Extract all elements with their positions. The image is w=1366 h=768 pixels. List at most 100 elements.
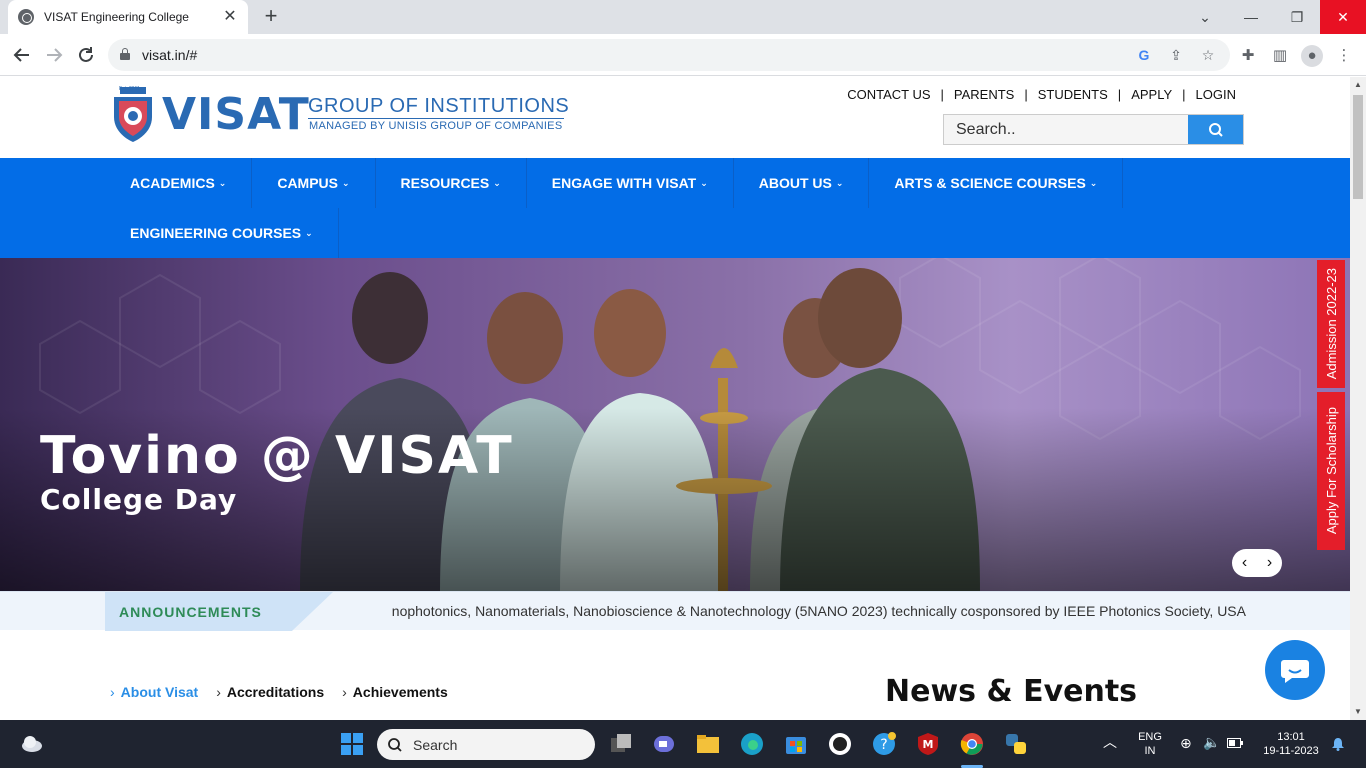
logo-divider bbox=[308, 118, 564, 119]
admission-side-tab[interactable]: Admission 2022-23 bbox=[1317, 260, 1345, 388]
chevron-down-icon: ⌄ bbox=[835, 177, 844, 188]
network-globe-icon[interactable]: ⊕ bbox=[1180, 736, 1192, 750]
chevron-down-icon: ⌄ bbox=[342, 177, 350, 188]
windows-taskbar: Search ? M ︿ ENG IN ⊕ 🔈 13:01 19-11-2023 bbox=[0, 720, 1366, 768]
hero-overlay bbox=[0, 258, 1350, 591]
page-scrollbar[interactable]: ▲ ▼ bbox=[1350, 77, 1366, 720]
edge-browser-icon[interactable] bbox=[740, 732, 764, 756]
subtab-about-visat[interactable]: › About Visat bbox=[110, 684, 198, 700]
language-indicator[interactable]: ENG IN bbox=[1134, 730, 1166, 758]
announcements-label: ANNOUNCEMENTS bbox=[105, 592, 333, 631]
side-panel-icon[interactable]: ▥ bbox=[1269, 45, 1291, 67]
site-search-button[interactable] bbox=[1188, 115, 1243, 144]
slider-prev-icon[interactable]: ‹ bbox=[1232, 549, 1257, 577]
top-link-contact-us[interactable]: CONTACT US bbox=[847, 87, 930, 102]
forward-button[interactable] bbox=[41, 42, 67, 68]
chevron-down-icon: ⌄ bbox=[700, 177, 708, 188]
volume-icon[interactable]: 🔈 bbox=[1203, 735, 1220, 749]
chevron-down-icon: ⌄ bbox=[1089, 177, 1098, 188]
menu-kebab-icon[interactable]: ⋮ bbox=[1333, 45, 1355, 67]
new-tab-button[interactable]: + bbox=[258, 4, 284, 30]
nav-engage-with-visat[interactable]: ENGAGE WITH VISAT ⌄ bbox=[527, 158, 734, 208]
taskbar-search-label: Search bbox=[413, 736, 458, 753]
python-icon[interactable] bbox=[1004, 732, 1028, 756]
chat-bubble-icon bbox=[1281, 660, 1309, 683]
logo-brand-text: VISAT bbox=[162, 89, 310, 140]
hero-subtitle: College Day bbox=[40, 483, 238, 516]
google-translate-icon[interactable]: G bbox=[1135, 46, 1153, 64]
site-search-input[interactable] bbox=[944, 115, 1188, 144]
windows-start-icon[interactable] bbox=[340, 732, 364, 756]
subtab-achievements[interactable]: › Achievements bbox=[342, 684, 448, 700]
nav-campus[interactable]: CAMPUS ⌄ bbox=[252, 158, 376, 208]
notification-bell-icon[interactable] bbox=[1331, 737, 1345, 751]
scroll-thumb[interactable] bbox=[1353, 95, 1363, 199]
weather-cloud-icon[interactable] bbox=[20, 732, 44, 756]
profile-avatar-icon[interactable]: ● bbox=[1301, 45, 1323, 67]
github-icon[interactable] bbox=[828, 732, 852, 756]
top-link-login[interactable]: LOGIN bbox=[1196, 87, 1236, 102]
forward-arrow-icon bbox=[47, 48, 63, 62]
chat-button[interactable] bbox=[1265, 640, 1325, 700]
address-bar[interactable]: visat.in/# G ⇪ ☆ bbox=[108, 39, 1230, 71]
nav-arts-science-courses[interactable]: ARTS & SCIENCE COURSES ⌄ bbox=[869, 158, 1124, 208]
scroll-up-icon[interactable]: ▲ bbox=[1353, 80, 1363, 90]
reload-button[interactable] bbox=[73, 42, 99, 68]
chevron-right-icon: › bbox=[110, 684, 115, 700]
nav-academics[interactable]: ACADEMICS ⌄ bbox=[105, 158, 253, 208]
browser-tab[interactable]: VISAT Engineering College ✕ bbox=[8, 0, 248, 34]
clock[interactable]: 13:01 19-11-2023 bbox=[1256, 730, 1326, 758]
task-view-icon[interactable] bbox=[609, 732, 633, 756]
tab-close-icon[interactable]: ✕ bbox=[222, 9, 238, 25]
restore-button[interactable]: ❐ bbox=[1274, 0, 1320, 34]
close-window-button[interactable]: ✕ bbox=[1320, 0, 1366, 34]
tab-search-dropdown-icon[interactable]: ⌄ bbox=[1182, 0, 1228, 34]
logo-subtitle: GROUP OF INSTITUTIONS bbox=[308, 95, 570, 117]
battery-icon[interactable] bbox=[1227, 738, 1243, 748]
search-icon bbox=[1208, 122, 1223, 137]
top-link-apply[interactable]: APPLY bbox=[1131, 87, 1172, 102]
scroll-down-icon[interactable]: ▼ bbox=[1353, 707, 1363, 717]
store-icon[interactable] bbox=[784, 732, 808, 756]
file-explorer-icon[interactable] bbox=[696, 732, 720, 756]
slider-next-icon[interactable]: › bbox=[1257, 549, 1282, 577]
extensions-puzzle-icon[interactable]: ✚ bbox=[1237, 45, 1259, 67]
logo-tagline: MANAGED BY UNISIS GROUP OF COMPANIES bbox=[309, 120, 563, 132]
mcafee-icon[interactable]: M bbox=[916, 732, 940, 756]
nav-row-2: ENGINEERING COURSES ⌄ bbox=[105, 208, 339, 258]
announcement-ticker[interactable]: nophotonics, Nanomaterials, Nanobioscien… bbox=[334, 603, 1246, 619]
help-icon[interactable]: ? bbox=[872, 732, 896, 756]
svg-text:?: ? bbox=[880, 737, 887, 753]
nav-engineering-courses[interactable]: ENGINEERING COURSES ⌄ bbox=[105, 208, 339, 258]
nav-row-1: ACADEMICS ⌄ CAMPUS ⌄ RESOURCES ⌄ ENGAGE WIT… bbox=[105, 158, 1124, 208]
taskbar-search[interactable]: Search bbox=[377, 729, 595, 760]
main-navigation: ACADEMICS ⌄ CAMPUS ⌄ RESOURCES ⌄ ENGAGE WIT… bbox=[0, 158, 1350, 258]
back-button[interactable] bbox=[9, 42, 35, 68]
top-link-students[interactable]: STUDENTS bbox=[1038, 87, 1108, 102]
hero-slider: Tovino @ VISAT College Day ‹ › Admission… bbox=[0, 258, 1350, 591]
scholarship-side-tab[interactable]: Apply For Scholarship bbox=[1317, 392, 1345, 550]
chevron-right-icon: › bbox=[216, 684, 221, 700]
nav-resources[interactable]: RESOURCES ⌄ bbox=[376, 158, 527, 208]
minimize-button[interactable]: — bbox=[1228, 0, 1274, 34]
bookmark-star-icon[interactable]: ☆ bbox=[1199, 46, 1217, 64]
top-links: CONTACT US | PARENTS | STUDENTS | APPLY | LO… bbox=[847, 87, 1236, 102]
browser-tab-strip: VISAT Engineering College ✕ + ⌄ — ❐ ✕ bbox=[0, 0, 1366, 34]
share-icon[interactable]: ⇪ bbox=[1167, 46, 1185, 64]
web-page: Est. 2011 VISAT GROUP OF INSTITUTIONS MA… bbox=[0, 77, 1350, 720]
lock-icon bbox=[120, 48, 130, 60]
chrome-icon[interactable] bbox=[960, 732, 984, 756]
site-logo[interactable]: Est. 2011 VISAT GROUP OF INSTITUTIONS MA… bbox=[110, 86, 570, 143]
subtab-accreditations[interactable]: › Accreditations bbox=[216, 684, 324, 700]
news-events-heading: News & Events bbox=[885, 674, 1138, 709]
clock-time: 13:01 bbox=[1277, 731, 1305, 743]
search-icon bbox=[388, 737, 402, 752]
chevron-down-icon: ⌄ bbox=[218, 177, 227, 188]
reload-icon bbox=[79, 47, 93, 62]
chevron-right-icon: › bbox=[342, 684, 347, 700]
teams-chat-icon[interactable] bbox=[652, 732, 676, 756]
tray-overflow-chevron-icon[interactable]: ︿ bbox=[1103, 735, 1117, 749]
nav-about-us[interactable]: ABOUT US ⌄ bbox=[734, 158, 870, 208]
hero-title: Tovino @ VISAT bbox=[40, 426, 514, 486]
top-link-parents[interactable]: PARENTS bbox=[954, 87, 1014, 102]
